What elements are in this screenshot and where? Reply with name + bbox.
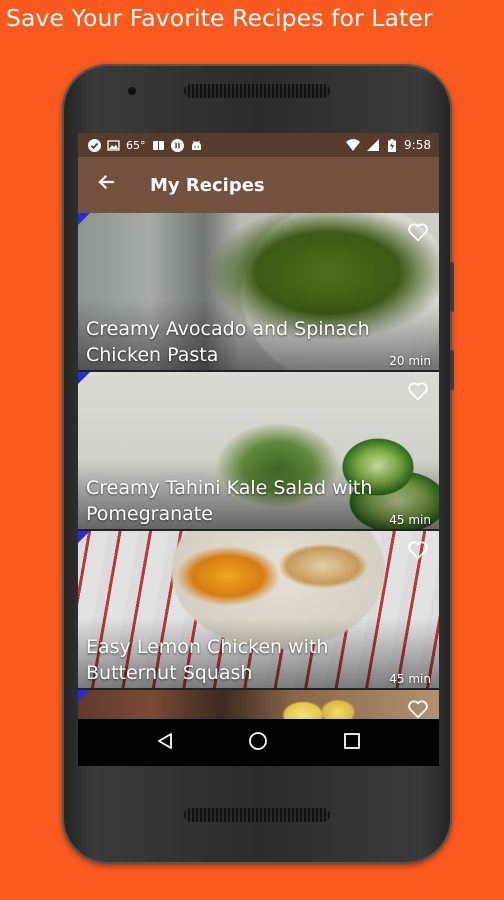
recipe-title: Easy Lemon Chicken with Butternut Squash bbox=[86, 636, 329, 684]
page-title: My Recipes bbox=[150, 174, 265, 196]
corner-marker bbox=[78, 690, 90, 702]
android-icon bbox=[190, 139, 203, 152]
recipe-time: 45 min bbox=[389, 513, 431, 527]
power-button bbox=[450, 350, 454, 390]
clock-text: 9:58 bbox=[404, 138, 431, 152]
arrow-back-icon bbox=[96, 172, 116, 198]
heart-outline-icon[interactable] bbox=[407, 539, 429, 561]
navigation-bar bbox=[78, 719, 439, 766]
recipe-title: Creamy Tahini Kale Salad with Pomegranat… bbox=[86, 477, 373, 525]
device-screen: 65° 9:58 My Recipes Creamy Avocado and S… bbox=[78, 133, 439, 766]
nav-back-button[interactable] bbox=[150, 728, 180, 758]
recipe-title: Creamy Avocado and Spinach Chicken Pasta bbox=[86, 318, 370, 366]
recipe-time: 45 min bbox=[389, 672, 431, 686]
front-camera bbox=[128, 87, 136, 95]
book-icon bbox=[152, 139, 165, 152]
volume-button bbox=[450, 262, 454, 312]
recipe-list[interactable]: Creamy Avocado and Spinach Chicken Pasta… bbox=[78, 213, 439, 719]
recipe-card[interactable]: Creamy Tahini Kale Salad with Pomegranat… bbox=[78, 372, 439, 529]
corner-marker bbox=[78, 531, 90, 543]
recipe-card[interactable]: Creamy Avocado and Spinach Chicken Pasta… bbox=[78, 213, 439, 370]
heart-outline-icon[interactable] bbox=[407, 221, 429, 243]
nav-home-button[interactable] bbox=[243, 728, 273, 758]
app-bar: My Recipes bbox=[78, 157, 439, 213]
check-circle-icon bbox=[88, 138, 101, 152]
recipe-time: 20 min bbox=[389, 354, 431, 368]
corner-marker bbox=[78, 372, 90, 384]
heart-outline-icon[interactable] bbox=[407, 698, 429, 719]
temperature-text: 65° bbox=[126, 138, 146, 152]
top-speaker bbox=[184, 84, 330, 98]
recipe-card[interactable]: Easy Lemon Chicken with Butternut Squash… bbox=[78, 531, 439, 688]
battery-charging-icon bbox=[388, 138, 397, 152]
promo-headline: Save Your Favorite Recipes for Later bbox=[6, 4, 433, 32]
recipe-card[interactable] bbox=[78, 690, 439, 719]
status-bar: 65° 9:58 bbox=[78, 133, 439, 157]
back-triangle-icon bbox=[156, 732, 174, 754]
heart-outline-icon[interactable] bbox=[407, 380, 429, 402]
back-button[interactable] bbox=[78, 157, 134, 213]
recipe-photo bbox=[78, 690, 439, 719]
pause-icon bbox=[170, 138, 184, 152]
image-icon bbox=[107, 139, 120, 152]
bottom-speaker bbox=[184, 808, 330, 822]
signal-icon bbox=[367, 138, 380, 152]
corner-marker bbox=[78, 213, 90, 225]
home-circle-icon bbox=[248, 731, 268, 755]
wifi-icon bbox=[346, 138, 361, 152]
recents-square-icon bbox=[343, 732, 361, 754]
nav-recents-button[interactable] bbox=[337, 728, 367, 758]
